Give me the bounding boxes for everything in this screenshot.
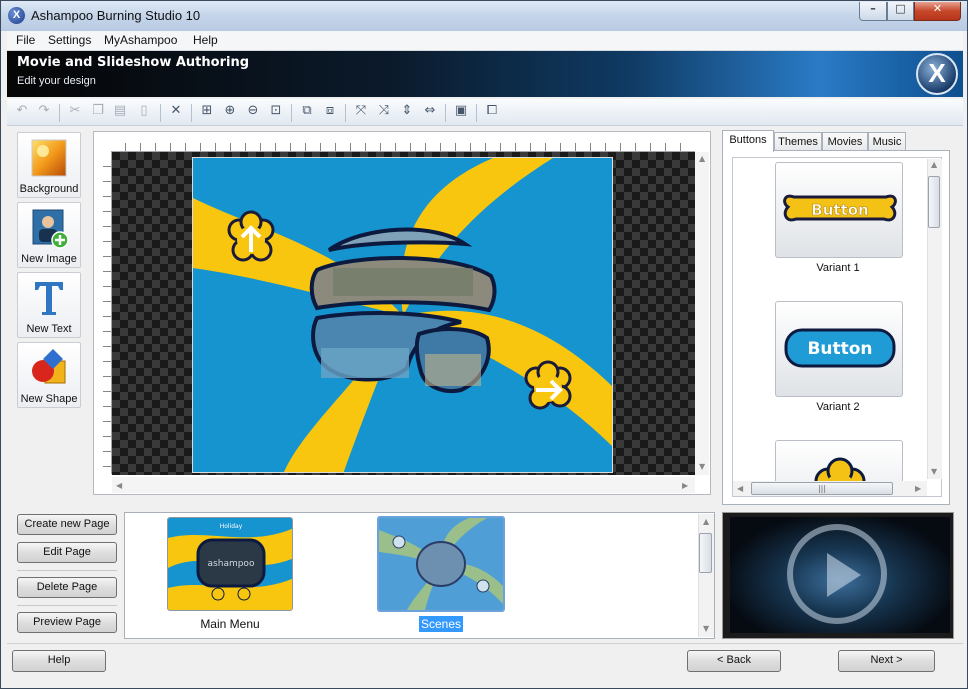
variant-1-button-text: Button bbox=[811, 201, 868, 219]
minimize-button[interactable]: – bbox=[859, 2, 887, 21]
zoom-area-icon[interactable]: ⊡ bbox=[266, 103, 286, 123]
footer-divider bbox=[7, 643, 963, 644]
variant-2-thumbnail[interactable]: Button bbox=[775, 301, 903, 397]
center-horizontal-icon[interactable]: ⇔ bbox=[420, 103, 440, 123]
close-button[interactable]: ✕ bbox=[914, 2, 961, 21]
variant-2-label: Variant 2 bbox=[816, 401, 860, 413]
next-button[interactable]: Next > bbox=[838, 650, 935, 672]
group-icon[interactable]: ⧠ bbox=[482, 103, 502, 123]
flower-button-up-icon[interactable] bbox=[227, 210, 275, 262]
yellow-button-preview: Button bbox=[783, 194, 897, 222]
delete-icon[interactable]: ✕ bbox=[166, 103, 186, 123]
page-thumbnail-scenes[interactable] bbox=[377, 516, 505, 612]
swirl-background bbox=[193, 158, 612, 472]
background-tool-label: Background bbox=[19, 183, 79, 195]
page-label-scenes-text: Scenes bbox=[418, 616, 464, 632]
new-shape-icon bbox=[32, 349, 66, 384]
tab-music[interactable]: Music bbox=[868, 132, 906, 152]
header-banner: Movie and Slideshow Authoring Edit your … bbox=[7, 51, 963, 97]
app-logo-icon: X bbox=[8, 7, 25, 24]
cut-icon[interactable]: ✂ bbox=[65, 103, 85, 123]
main-menu-caption: Holiday bbox=[220, 523, 243, 530]
new-text-icon bbox=[35, 282, 63, 315]
properties-icon[interactable]: ▣ bbox=[451, 103, 471, 123]
edit-page-button[interactable]: Edit Page bbox=[17, 542, 117, 563]
tab-movies[interactable]: Movies bbox=[822, 132, 868, 152]
redo-icon[interactable]: ↷ bbox=[34, 103, 54, 123]
background-tool-button[interactable]: Background bbox=[17, 132, 81, 198]
blue-button-preview: Button bbox=[784, 328, 896, 368]
new-text-tool-label: New Text bbox=[26, 323, 72, 335]
tab-themes[interactable]: Themes bbox=[774, 132, 822, 152]
tab-buttons[interactable]: Buttons bbox=[722, 130, 774, 152]
menu-design-canvas[interactable] bbox=[192, 157, 613, 473]
create-new-page-button[interactable]: Create new Page bbox=[17, 514, 117, 535]
new-image-tool-label: New Image bbox=[21, 253, 77, 265]
menu-file[interactable]: File bbox=[16, 33, 35, 47]
variant-2-button-text: Button bbox=[807, 339, 872, 359]
play-icon[interactable] bbox=[827, 553, 861, 597]
new-shape-tool-button[interactable]: New Shape bbox=[17, 342, 81, 408]
variant-scroll-thumb[interactable] bbox=[928, 176, 940, 228]
vertical-ruler bbox=[103, 152, 112, 474]
divider bbox=[17, 605, 117, 606]
menu-myashampoo[interactable]: MyAshampoo bbox=[104, 33, 177, 47]
canvas-vertical-scrollbar[interactable]: ▲ ▼ bbox=[695, 152, 709, 475]
back-button[interactable]: < Back bbox=[687, 650, 781, 672]
page-subtitle: Edit your design bbox=[17, 75, 96, 87]
bring-front-icon[interactable]: ⧉ bbox=[297, 103, 317, 123]
ashampoo-logo-icon: X bbox=[916, 53, 958, 95]
preview-page-button[interactable]: Preview Page bbox=[17, 612, 117, 633]
edit-toolbar: ↶ ↷ ✂ ❐ ▤ ▯ ✕ ⊞ ⊕ ⊖ ⊡ ⧉ ⧈ ⤧ ⤨ ⇕ ⇔ ▣ ⧠ bbox=[7, 99, 963, 126]
page-thumbnail-main-menu[interactable]: Holiday ashampoo bbox=[167, 517, 293, 611]
menu-settings[interactable]: Settings bbox=[48, 33, 91, 47]
undo-icon[interactable]: ↶ bbox=[12, 103, 32, 123]
page-list-scroll-thumb[interactable] bbox=[699, 533, 712, 573]
zoom-in-icon[interactable]: ⊕ bbox=[220, 103, 240, 123]
copy-icon[interactable]: ❐ bbox=[88, 103, 108, 123]
delete-page-button[interactable]: Delete Page bbox=[17, 577, 117, 598]
variant-horizontal-thumb[interactable]: ||| bbox=[751, 482, 893, 495]
maximize-button[interactable]: □ bbox=[887, 2, 914, 21]
help-button[interactable]: Help bbox=[12, 650, 106, 672]
send-back-icon[interactable]: ⧈ bbox=[320, 103, 340, 123]
align-right-icon[interactable]: ⤨ bbox=[374, 103, 394, 123]
canvas-horizontal-scrollbar[interactable]: ◀ ▶ bbox=[112, 477, 695, 493]
variant-1-label: Variant 1 bbox=[816, 262, 860, 274]
main-menu-watermark: ashampoo bbox=[208, 559, 255, 569]
title-bar[interactable]: X Ashampoo Burning Studio 10 – □ ✕ bbox=[1, 1, 967, 31]
flower-button-right-icon[interactable] bbox=[524, 360, 572, 410]
zoom-fit-icon[interactable]: ⊞ bbox=[197, 103, 217, 123]
paste-icon[interactable]: ▤ bbox=[110, 103, 130, 123]
new-image-tool-button[interactable]: New Image bbox=[17, 202, 81, 268]
page-label-main-menu[interactable]: Main Menu bbox=[167, 617, 293, 631]
app-window: X Ashampoo Burning Studio 10 – □ ✕ File … bbox=[0, 0, 968, 689]
variant-1-thumbnail[interactable]: Button bbox=[775, 162, 903, 258]
center-vertical-icon[interactable]: ⇕ bbox=[397, 103, 417, 123]
new-shape-tool-label: New Shape bbox=[20, 393, 78, 405]
zoom-out-icon[interactable]: ⊖ bbox=[243, 103, 263, 123]
scenes-preview bbox=[379, 518, 503, 610]
page-title: Movie and Slideshow Authoring bbox=[17, 55, 250, 70]
horizontal-ruler bbox=[111, 143, 695, 152]
divider bbox=[17, 570, 117, 571]
background-icon bbox=[31, 139, 67, 177]
new-image-icon bbox=[32, 209, 69, 249]
page-label-scenes[interactable]: Scenes bbox=[377, 616, 505, 632]
menu-help[interactable]: Help bbox=[193, 33, 218, 47]
align-left-icon[interactable]: ⤧ bbox=[351, 103, 371, 123]
main-menu-preview: Holiday ashampoo bbox=[168, 518, 292, 610]
button-variant-list: Button Variant 1 Button Variant 2 bbox=[732, 157, 942, 497]
clipboard-icon[interactable]: ▯ bbox=[134, 103, 154, 123]
window-title: Ashampoo Burning Studio 10 bbox=[31, 8, 201, 23]
new-text-tool-button[interactable]: New Text bbox=[17, 272, 81, 338]
menu-bar: File Settings MyAshampoo Help bbox=[7, 31, 963, 51]
